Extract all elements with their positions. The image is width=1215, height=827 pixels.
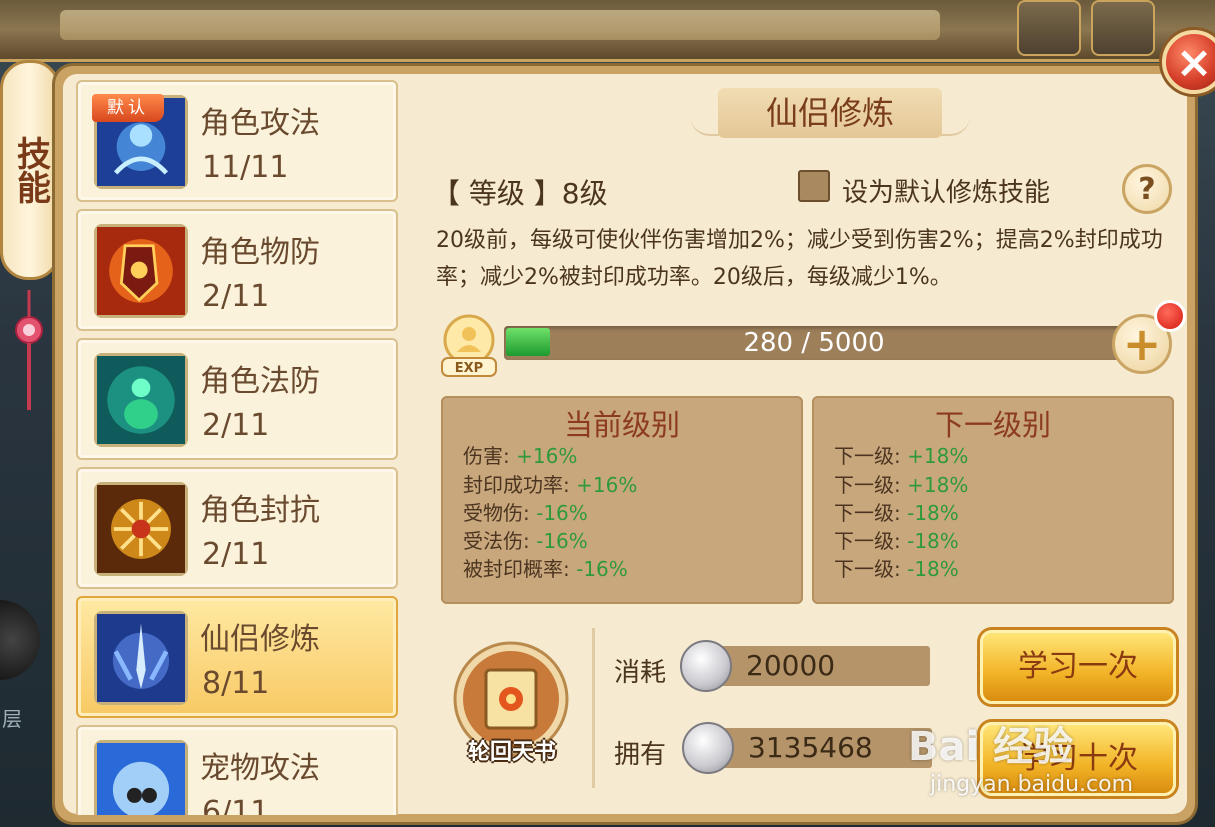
- skill-name: 角色攻法: [200, 106, 320, 141]
- stat-label: 下一级:: [834, 529, 901, 553]
- partner-training-icon: [94, 611, 188, 705]
- skill-list[interactable]: 默认 角色攻法 11/11 角色物防 2/11 角色法防 2/11 角色封抗 2…: [76, 80, 398, 815]
- stat-value: +18%: [907, 444, 969, 468]
- skill-level: 6/11: [202, 795, 270, 815]
- learn-once-button[interactable]: 学习一次: [980, 630, 1176, 704]
- silver-coin-icon: [682, 722, 734, 774]
- stat-value: -18%: [907, 529, 959, 553]
- stat-value: +16%: [516, 444, 578, 468]
- detail-title: 仙侣修炼: [718, 88, 942, 138]
- own-label: 拥有: [614, 740, 667, 770]
- book-label: 轮回天书: [467, 740, 556, 765]
- plus-icon: +: [1122, 317, 1162, 371]
- stat-value: +18%: [907, 473, 969, 497]
- current-stat-row: 被封印概率: -16%: [463, 553, 628, 582]
- seal-resist-icon: [94, 482, 188, 576]
- current-level-box: 当前级别 伤害: +16% 封印成功率: +16% 受物伤: -16% 受法伤:…: [441, 396, 803, 604]
- next-stat-row: 下一级: -18%: [834, 497, 959, 526]
- exp-icon: EXP: [441, 314, 497, 377]
- skill-item-pet-attack[interactable]: 宠物攻法 6/11: [76, 725, 398, 815]
- skill-name: 角色物防: [200, 235, 320, 270]
- next-stat-row: 下一级: -18%: [834, 553, 959, 582]
- next-level-box: 下一级别 下一级: +18% 下一级: +18% 下一级: -18% 下一级: …: [812, 396, 1174, 604]
- question-icon: ?: [1138, 171, 1156, 207]
- current-stat-row: 封印成功率: +16%: [463, 469, 637, 498]
- skill-level: 8/11: [202, 666, 270, 701]
- lantern-text: 技能: [10, 136, 51, 204]
- stat-value: -18%: [907, 501, 959, 525]
- default-training-label[interactable]: 设为默认修炼技能: [842, 172, 1050, 209]
- magic-defense-icon: [94, 353, 188, 447]
- cost-divider: [592, 628, 595, 788]
- stat-value: -16%: [576, 557, 628, 581]
- stat-value: +16%: [576, 473, 638, 497]
- baidu-watermark-url: jingyan.baidu.com: [930, 772, 1134, 797]
- stat-label: 下一级:: [834, 557, 901, 581]
- next-stat-row: 下一级: -18%: [834, 525, 959, 554]
- stat-label: 伤害:: [463, 444, 510, 468]
- exp-text: 280 / 5000: [743, 328, 885, 358]
- stat-label: 下一级:: [834, 473, 901, 497]
- skill-item-seal-resist[interactable]: 角色封抗 2/11: [76, 467, 398, 589]
- avatar-icon[interactable]: [1091, 0, 1155, 56]
- top-icons: [1017, 0, 1155, 56]
- stat-label: 下一级:: [834, 501, 901, 525]
- skill-level: 2/11: [202, 408, 270, 443]
- top-frame: [0, 0, 1215, 62]
- stat-value: -16%: [536, 501, 588, 525]
- current-stat-row: 受法伤: -16%: [463, 525, 588, 554]
- skill-lantern-tab[interactable]: 技能: [0, 60, 60, 280]
- exp-icon-label: EXP: [455, 361, 483, 376]
- tassel-icon: [15, 290, 43, 410]
- skill-name: 角色法防: [200, 364, 320, 399]
- close-icon: ×: [1175, 36, 1213, 88]
- notification-dot: [1154, 300, 1186, 332]
- consume-label: 消耗: [614, 658, 667, 688]
- next-stat-row: 下一级: +18%: [834, 440, 968, 469]
- skill-name: 角色封抗: [200, 493, 320, 528]
- skill-grade: 【 等级 】8级: [432, 177, 608, 210]
- stat-value: -18%: [907, 557, 959, 581]
- current-stat-row: 伤害: +16%: [463, 440, 577, 469]
- skill-item-magic-defense[interactable]: 角色法防 2/11: [76, 338, 398, 460]
- help-button[interactable]: ?: [1122, 164, 1172, 214]
- next-level-title: 下一级别: [934, 408, 1051, 442]
- skill-level: 2/11: [202, 537, 270, 572]
- exp-progress-bar: 280 / 5000: [504, 326, 1124, 360]
- skill-level: 2/11: [202, 279, 270, 314]
- skill-item-attack[interactable]: 默认 角色攻法 11/11: [76, 80, 398, 202]
- skill-name: 仙侣修炼: [200, 622, 320, 657]
- skill-description: 20级前，每级可使伙伴伤害增加2%；减少受到伤害2%；提高2%封印成功率；减少2…: [436, 228, 1163, 290]
- skill-item-partner-training[interactable]: 仙侣修炼 8/11: [76, 596, 398, 718]
- stat-value: -16%: [536, 529, 588, 553]
- stat-label: 下一级:: [834, 444, 901, 468]
- current-stat-row: 受物伤: -16%: [463, 497, 588, 526]
- default-training-checkbox[interactable]: [798, 170, 830, 202]
- skill-level: 11/11: [202, 150, 289, 185]
- stat-label: 被封印概率:: [463, 557, 570, 581]
- top-bar-decoration: [60, 10, 940, 40]
- physical-defense-icon: [94, 224, 188, 318]
- default-badge: 默认: [92, 94, 164, 122]
- skill-item-physical-defense[interactable]: 角色物防 2/11: [76, 209, 398, 331]
- side-floor-text: 层: [2, 707, 22, 731]
- next-stat-row: 下一级: +18%: [834, 469, 968, 498]
- pet-attack-icon: [94, 740, 188, 815]
- stat-label: 受物伤:: [463, 501, 530, 525]
- silver-coin-icon: [680, 640, 732, 692]
- skill-name: 宠物攻法: [200, 751, 320, 786]
- stat-label: 封印成功率:: [463, 473, 570, 497]
- welfare-icon[interactable]: [1017, 0, 1081, 56]
- baidu-watermark: Bai 经验: [908, 724, 1074, 770]
- current-level-title: 当前级别: [563, 408, 680, 442]
- stat-label: 受法伤:: [463, 529, 530, 553]
